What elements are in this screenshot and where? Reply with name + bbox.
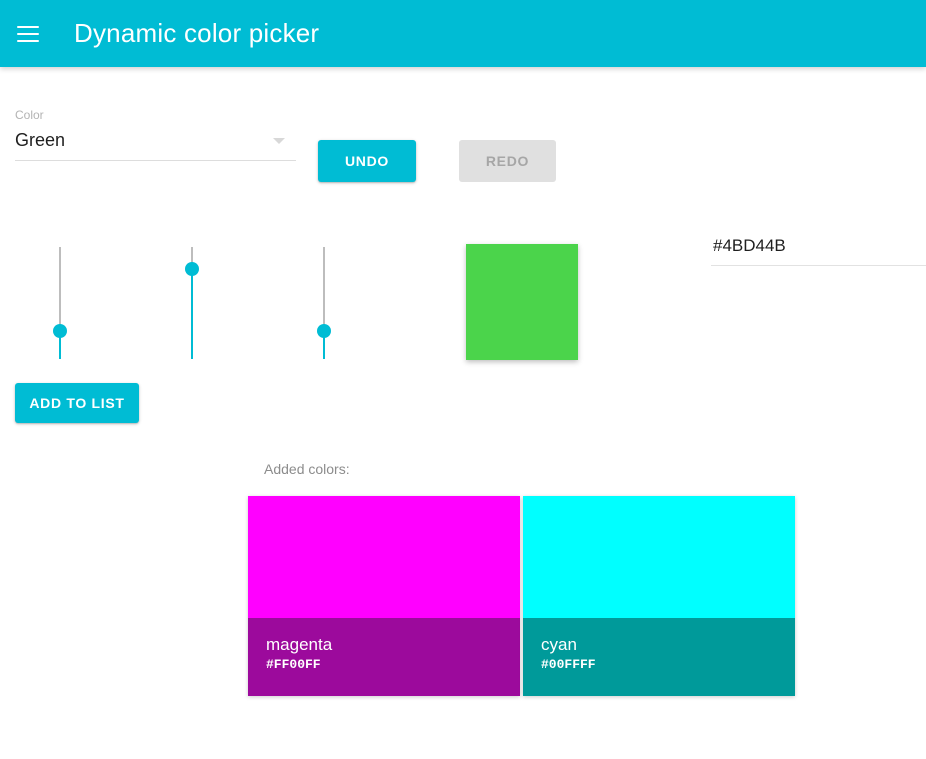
color-card-hex: #FF00FF: [266, 657, 321, 672]
slider-green-thumb[interactable]: [185, 262, 199, 277]
color-card-swatch: [523, 496, 795, 618]
redo-button: REDO: [459, 140, 556, 182]
slider-blue[interactable]: [309, 247, 339, 359]
color-card-name: cyan: [541, 635, 577, 654]
slider-green-fill: [191, 269, 193, 359]
added-colors-list: magenta #FF00FF cyan #00FFFF: [248, 496, 795, 696]
color-card-name: magenta: [266, 635, 333, 654]
slider-red[interactable]: [45, 247, 75, 359]
slider-green[interactable]: [177, 247, 207, 359]
color-card-swatch: [248, 496, 520, 618]
list-item[interactable]: cyan #00FFFF: [523, 496, 795, 696]
slider-red-thumb[interactable]: [53, 324, 67, 338]
color-select-group: Color Green: [15, 108, 296, 161]
undo-button[interactable]: UNDO: [318, 140, 416, 182]
color-preview-swatch: [466, 244, 578, 360]
menu-bar-1: [17, 25, 39, 28]
color-select-label: Color: [15, 108, 44, 122]
added-colors-heading: Added colors:: [264, 461, 350, 477]
add-to-list-button[interactable]: ADD TO LIST: [15, 383, 139, 423]
hex-input[interactable]: [711, 236, 926, 266]
color-card-hex: #00FFFF: [541, 657, 596, 672]
page-title: Dynamic color picker: [74, 18, 320, 48]
color-card-footer: cyan #00FFFF: [523, 618, 795, 696]
list-item[interactable]: magenta #FF00FF: [248, 496, 520, 696]
menu-bar-2: [17, 32, 39, 35]
app-toolbar: Dynamic color picker: [0, 0, 926, 67]
hamburger-menu-icon[interactable]: [8, 14, 48, 54]
menu-bar-3: [17, 39, 39, 42]
color-card-footer: magenta #FF00FF: [248, 618, 520, 696]
hex-field-group: [711, 236, 926, 266]
chevron-down-icon: [273, 138, 285, 144]
color-select[interactable]: Green: [15, 129, 296, 161]
color-select-value: Green: [15, 130, 66, 150]
slider-blue-thumb[interactable]: [317, 324, 331, 338]
